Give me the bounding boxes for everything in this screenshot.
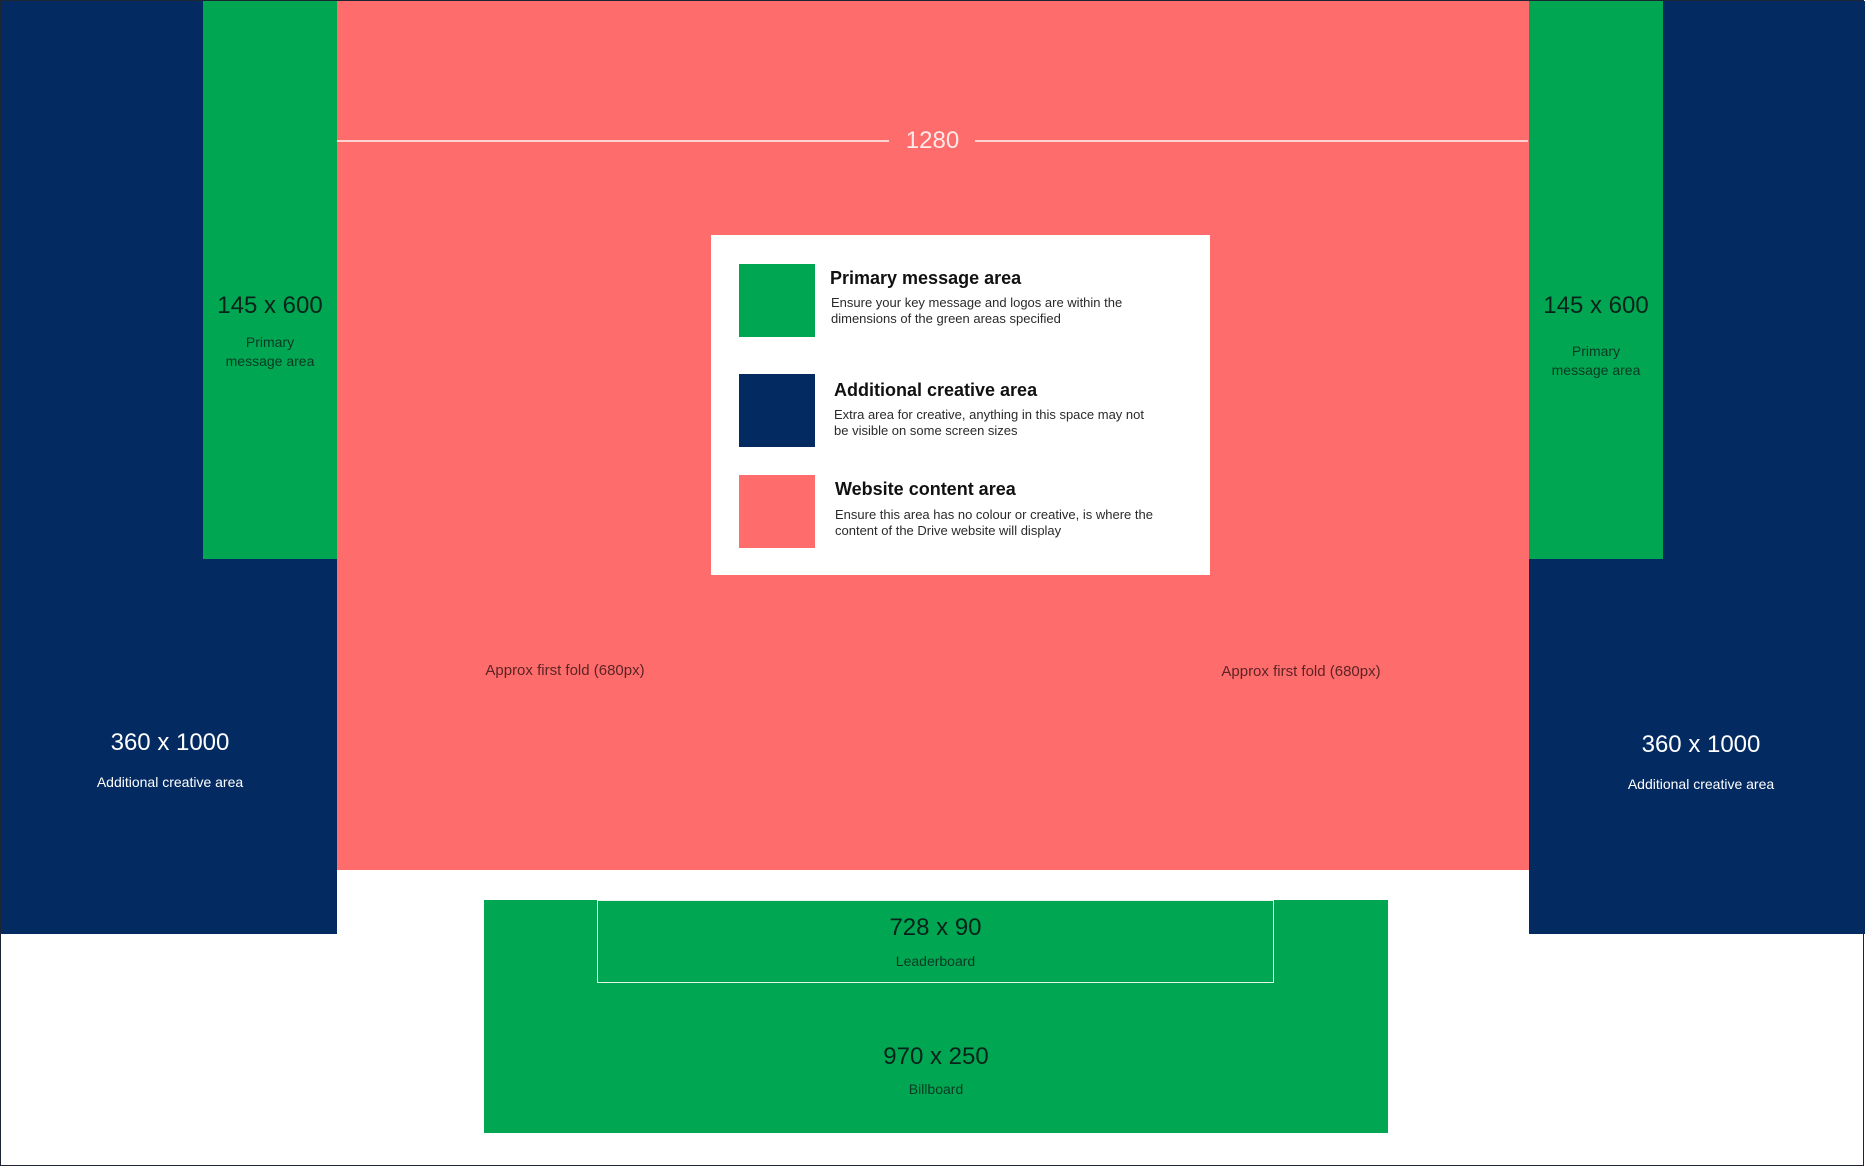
legend-panel: Primary message area Ensure your key mes… xyxy=(711,235,1210,575)
legend-swatch-primary xyxy=(739,264,815,337)
billboard-label: Billboard xyxy=(908,1081,964,1097)
legend-title-additional: Additional creative area xyxy=(834,380,1038,400)
right-additional-size: 360 x 1000 xyxy=(1641,731,1761,758)
right-additional-label: Additional creative area xyxy=(1627,776,1775,792)
left-primary-size: 145 x 600 xyxy=(217,292,323,319)
left-primary-message-area xyxy=(203,1,337,559)
first-fold-note-right: Approx first fold (680px) xyxy=(1221,663,1381,680)
billboard-size: 970 x 250 xyxy=(883,1043,989,1070)
leaderboard-size: 728 x 90 xyxy=(889,914,982,941)
right-primary-label: Primary message area xyxy=(1551,343,1641,378)
left-additional-size: 360 x 1000 xyxy=(110,729,230,756)
leaderboard-label: Leaderboard xyxy=(895,953,976,969)
legend-desc-additional: Extra area for creative, anything in thi… xyxy=(834,407,1144,438)
legend-swatch-additional xyxy=(739,374,815,447)
legend-title-website: Website content area xyxy=(835,479,1016,499)
left-primary-label: Primary message area xyxy=(225,334,315,369)
right-primary-message-area xyxy=(1529,1,1663,559)
legend-swatch-website xyxy=(739,475,815,548)
first-fold-note-left: Approx first fold (680px) xyxy=(485,662,645,679)
right-primary-size: 145 x 600 xyxy=(1543,292,1649,319)
content-width-label: 1280 xyxy=(905,127,960,154)
content-width-line-right xyxy=(975,140,1528,142)
legend-desc-primary: Ensure your key message and logos are wi… xyxy=(831,295,1123,326)
legend-desc-website: Ensure this area has no colour or creati… xyxy=(835,507,1153,538)
left-additional-label: Additional creative area xyxy=(96,774,244,790)
legend-title-primary: Primary message area xyxy=(830,268,1022,288)
content-width-line-left xyxy=(337,140,889,142)
